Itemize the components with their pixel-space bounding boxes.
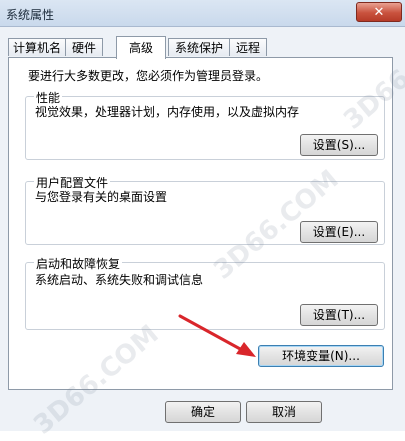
- close-button[interactable]: ✕: [356, 2, 402, 22]
- tab-system-protection[interactable]: 系统保护: [168, 38, 230, 56]
- performance-settings-button[interactable]: 设置(S)...: [300, 134, 378, 156]
- red-arrow-icon: [178, 314, 256, 357]
- title-bar[interactable]: 系统属性 ✕: [0, 0, 405, 27]
- ok-button[interactable]: 确定: [165, 401, 241, 423]
- performance-description: 视觉效果，处理器计划，内存使用，以及虚拟内存: [35, 105, 300, 119]
- tab-hardware[interactable]: 硬件: [65, 38, 103, 56]
- tab-advanced[interactable]: 高级: [116, 36, 166, 59]
- startup-recovery-description: 系统启动、系统失败和调试信息: [35, 273, 204, 287]
- dialog-footer: 确定 取消: [0, 391, 405, 431]
- system-properties-window: 系统属性 ✕ 计算机名 硬件 高级 系统保护 远程 要进行大多数更改，您必须作为…: [0, 0, 405, 441]
- cancel-button[interactable]: 取消: [246, 401, 322, 423]
- tab-computer-name[interactable]: 计算机名: [8, 38, 66, 56]
- group-title-startup-recovery: 启动和故障恢复: [34, 255, 123, 272]
- admin-note: 要进行大多数更改，您必须作为管理员登录。: [28, 69, 269, 83]
- tab-remote[interactable]: 远程: [229, 38, 267, 56]
- window-title: 系统属性: [6, 8, 55, 22]
- startup-recovery-settings-button[interactable]: 设置(T)...: [300, 304, 378, 326]
- environment-variables-button[interactable]: 环境变量(N)...: [258, 345, 384, 367]
- user-profiles-settings-button[interactable]: 设置(E)...: [300, 221, 378, 243]
- user-profiles-description: 与您登录有关的桌面设置: [35, 190, 168, 204]
